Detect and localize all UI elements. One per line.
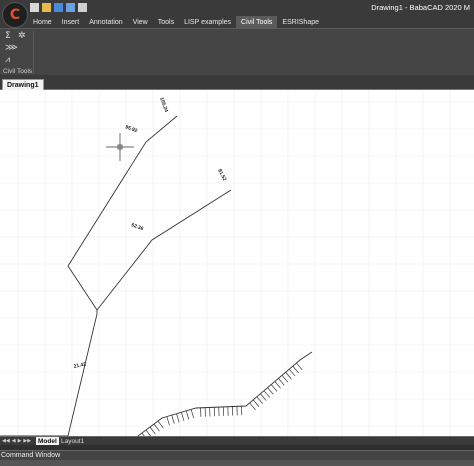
dimension-label: 105.24 [158, 97, 169, 114]
hatch-tick [256, 396, 263, 404]
drawing-canvas[interactable]: 105.24 95.92 81.52 62.36 21.42 [0, 90, 474, 436]
dimension-label: 21.42 [73, 361, 87, 370]
embankment-hatch [141, 362, 303, 436]
dimension-labels: 105.24 95.92 81.52 62.36 21.42 [73, 97, 227, 370]
hatch-tick [252, 399, 260, 407]
tab-lisp-examples[interactable]: LISP examples [179, 16, 236, 28]
hatch-tick [190, 409, 195, 419]
window-title: Drawing1 - BabaCAD 2020 M [371, 3, 470, 12]
open-folder-icon[interactable] [42, 3, 51, 12]
grid [0, 90, 474, 436]
redo-icon[interactable] [78, 3, 87, 12]
quick-access-toolbar [30, 3, 87, 15]
hatch-tick [285, 372, 292, 380]
panel-label: Civil Tools [3, 68, 33, 75]
ribbon-tabs: Home Insert Annotation View Tools LISP e… [28, 16, 324, 28]
path-line [0, 115, 178, 436]
ribbon-separator [33, 31, 34, 74]
polyline-paths [0, 115, 313, 436]
command-window[interactable]: Command Window [0, 450, 474, 460]
sigma-icon[interactable]: Σ [5, 31, 15, 41]
app-menu-button[interactable]: C [2, 2, 28, 28]
hatch-tick [267, 387, 274, 395]
hatch-tick [185, 410, 190, 420]
drawing-svg[interactable]: 105.24 95.92 81.52 62.36 21.42 [0, 90, 474, 436]
tab-home[interactable]: Home [28, 16, 57, 28]
save-icon[interactable] [54, 3, 63, 12]
crosshair-cursor [106, 133, 134, 161]
hatch-tick [181, 412, 185, 422]
hatch-tick [171, 415, 175, 424]
hatch-tick [288, 368, 296, 377]
document-tabs: Drawing1 [0, 79, 474, 90]
hatch-tick [274, 381, 281, 389]
ribbon-panel: Σ ✲ ⋙ ⩘ Civil Tools [0, 28, 474, 75]
hatch-tick [270, 384, 278, 392]
hatch-tick [249, 402, 256, 411]
babacad-window: C Drawing1 - BabaCAD 2020 M Home Insert … [0, 0, 474, 466]
babacad-logo-icon: C [9, 7, 21, 23]
dimension-label: 62.36 [130, 222, 144, 232]
command-input-strip[interactable] [0, 460, 474, 466]
gear-icon[interactable]: ✲ [18, 31, 28, 41]
tab-tools[interactable]: Tools [153, 16, 179, 28]
doc-tab-drawing1[interactable]: Drawing1 [2, 79, 44, 90]
embankment-icon[interactable]: ⩘ [5, 55, 15, 65]
hatch-tick [176, 413, 180, 423]
new-file-icon[interactable] [30, 3, 39, 12]
hatch-tick [278, 378, 285, 386]
dimension-label: 95.92 [124, 124, 138, 134]
hatch-tick [153, 423, 160, 432]
tab-civil-tools[interactable]: Civil Tools [236, 16, 278, 28]
undo-icon[interactable] [66, 3, 75, 12]
tab-view[interactable]: View [128, 16, 153, 28]
dimension-label: 81.52 [216, 168, 227, 182]
hatch-tick [296, 362, 303, 371]
layout-tabs-bar: ◀◀ ◀ ▶ ▶▶ Model Layout1 [0, 436, 474, 446]
hatch-tick [166, 416, 170, 426]
tab-insert[interactable]: Insert [57, 16, 85, 28]
embankment-line [137, 351, 313, 436]
tab-esrishape[interactable]: ESRIShape [277, 16, 324, 28]
title-bar: C Drawing1 - BabaCAD 2020 M Home Insert … [0, 0, 474, 28]
hatch-tick [281, 375, 289, 383]
civil-tools-group: Σ ✲ ⋙ ⩘ [5, 31, 31, 67]
slope-icon[interactable]: ⋙ [5, 43, 18, 53]
tab-annotation[interactable]: Annotation [84, 16, 127, 28]
branch-line [96, 189, 232, 311]
hatch-tick [157, 420, 164, 429]
hatch-tick [263, 390, 271, 398]
